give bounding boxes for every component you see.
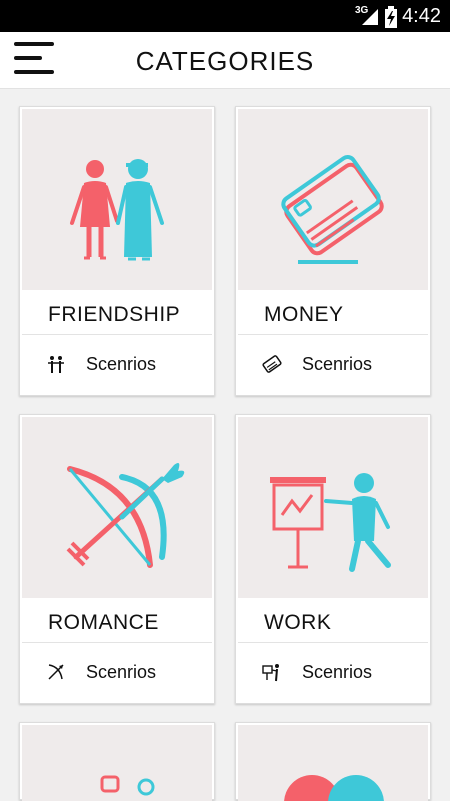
category-card-partial-left[interactable] (19, 722, 215, 801)
friendship-illustration (22, 109, 212, 290)
divider (22, 642, 212, 643)
scenarios-label: Scenrios (302, 662, 373, 682)
scenarios-label: Scenrios (86, 662, 157, 682)
category-card-partial-right[interactable] (235, 722, 431, 801)
divider (238, 642, 428, 643)
page-title: CATEGORIES (135, 46, 315, 76)
clock: 4:42 (402, 5, 441, 27)
scenarios-label: Scenrios (86, 354, 157, 374)
credit-card-icon (262, 355, 282, 373)
battery-charging-icon (385, 6, 397, 28)
presentation-icon (262, 664, 279, 682)
romance-illustration (22, 417, 212, 598)
category-name: ROMANCE (48, 611, 159, 634)
money-illustration (238, 109, 428, 290)
category-card-friendship[interactable]: FRIENDSHIP Scenrios (19, 106, 215, 396)
app-bar: CATEGORIES (0, 32, 450, 89)
category-name: WORK (264, 611, 332, 634)
scenarios-label: Scenrios (302, 354, 373, 374)
category-card-work[interactable]: WORK Scenrios (235, 414, 431, 704)
category-card-money[interactable]: MONEY Scenrios (235, 106, 431, 396)
divider (22, 334, 212, 335)
status-bar: 3G 4:42 (0, 0, 450, 32)
friends-icon (48, 356, 64, 373)
divider (238, 334, 428, 335)
category-name: FRIENDSHIP (48, 303, 181, 326)
category-card-romance[interactable]: ROMANCE Scenrios (19, 414, 215, 704)
partial-illustration (238, 725, 428, 801)
signal-icon (362, 9, 378, 25)
partial-illustration (22, 725, 212, 801)
category-name: MONEY (264, 303, 344, 326)
work-illustration (238, 417, 428, 598)
bow-arrow-icon (48, 664, 64, 680)
